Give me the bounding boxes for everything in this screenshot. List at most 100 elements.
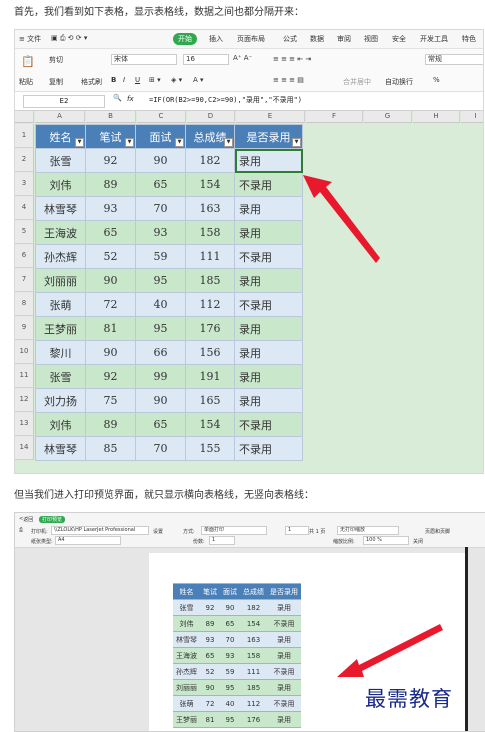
table-cell[interactable]: 张雪 [35,148,86,173]
back-button[interactable]: < 返回 [19,516,33,523]
table-cell[interactable]: 孙杰辉 [35,244,86,269]
tab-review[interactable]: 审阅 [337,34,351,44]
table-cell[interactable]: 95 [135,316,186,341]
table-cell[interactable]: 112 [185,292,235,317]
number-format-select[interactable]: 常规 [425,54,483,65]
row-header[interactable]: 8 [15,292,34,316]
table-cell[interactable]: 65 [135,172,186,197]
name-box[interactable]: E2 [23,95,105,108]
column-header[interactable]: B [86,111,136,123]
table-cell[interactable]: 录用 [234,388,303,413]
printer-icon[interactable]: ⎙ [19,527,23,533]
bold-icon[interactable]: B [111,76,116,84]
column-header[interactable]: C [137,111,186,123]
table-cell[interactable]: 录用 [234,268,303,293]
table-cell[interactable]: 93 [135,220,186,245]
table-cell[interactable]: 40 [135,292,186,317]
tab-formula[interactable]: 公式 [283,34,297,44]
row-header[interactable]: 13 [15,412,34,436]
table-cell[interactable]: 刘伟 [35,172,86,197]
table-cell[interactable]: 不录用 [234,436,303,461]
tab-special[interactable]: 特色 [462,34,476,44]
scaling-select[interactable]: 无打印缩放 [337,526,399,535]
underline-icon[interactable]: U [135,76,140,84]
filter-dropdown-icon[interactable]: ▼ [125,138,134,147]
row-header[interactable]: 12 [15,388,34,412]
table-cell[interactable]: 65 [85,220,136,245]
percent-button[interactable]: % [433,76,440,84]
table-cell[interactable]: 59 [135,244,186,269]
table-cell[interactable]: 90 [135,388,186,413]
header-cell[interactable]: 笔试 ▼ [85,124,136,149]
table-cell[interactable]: 185 [185,268,235,293]
corner-cell[interactable] [15,111,34,123]
table-cell[interactable]: 95 [135,268,186,293]
column-header[interactable]: A [35,111,85,123]
toolbar-quick-icons[interactable]: ▣ ⎙ ⟲ ⟳ ▾ [51,34,87,43]
scale-select[interactable]: 100 % [363,536,409,545]
table-cell[interactable]: 张雪 [35,364,86,389]
table-cell[interactable]: 92 [85,148,136,173]
table-cell[interactable]: 不录用 [234,244,303,269]
filter-dropdown-icon[interactable]: ▼ [224,138,233,147]
row-header[interactable]: 2 [15,148,34,172]
header-cell[interactable]: 总成绩 ▼ [185,124,235,149]
table-cell[interactable]: 154 [185,412,235,437]
table-cell[interactable]: 不录用 [234,172,303,197]
table-cell[interactable]: 99 [135,364,186,389]
table-cell[interactable]: 林雪琴 [35,196,86,221]
table-cell[interactable]: 王海波 [35,220,86,245]
paper-select[interactable]: A4 [55,536,121,545]
table-cell[interactable]: 刘力扬 [35,388,86,413]
paste-icon[interactable]: 📋 [21,55,35,68]
tab-page-layout[interactable]: 页面布局 [237,34,265,44]
tab-developer[interactable]: 开发工具 [420,34,448,44]
table-cell[interactable]: 张萌 [35,292,86,317]
table-cell[interactable]: 王梦丽 [35,316,86,341]
table-cell[interactable]: 93 [85,196,136,221]
row-header[interactable]: 11 [15,364,34,388]
column-header[interactable]: I [461,111,483,123]
direction-select[interactable]: 单面打印 [201,526,267,535]
row-header[interactable]: 10 [15,340,34,364]
header-cell[interactable]: 面试 ▼ [135,124,186,149]
table-cell[interactable]: 录用 [234,316,303,341]
format-painter-button[interactable]: 格式刷 [81,77,102,87]
table-cell[interactable]: 85 [85,436,136,461]
tab-insert[interactable]: 插入 [209,34,223,44]
font-color-icon[interactable]: A ▾ [193,76,204,84]
copy-button[interactable]: 复制 [49,77,63,87]
row-header[interactable]: 9 [15,316,34,340]
formula-input[interactable]: =IF(OR(B2>=90,C2>=90),"录用","不录用") [149,95,302,105]
table-cell[interactable]: 156 [185,340,235,365]
border-icon[interactable]: ⊞ ▾ [149,76,161,84]
table-cell[interactable]: 89 [85,412,136,437]
page-number-input[interactable]: 1 [285,526,309,535]
table-cell[interactable]: 182 [185,148,235,173]
wrap-button[interactable]: 自动换行 [385,77,413,87]
table-cell[interactable]: 录用 [234,220,303,245]
table-cell[interactable]: 52 [85,244,136,269]
align-top-icons[interactable]: ≡ ≡ ≡ ⇤ ⇥ [273,55,311,63]
row-header[interactable]: 4 [15,196,34,220]
table-cell[interactable]: 90 [135,148,186,173]
table-cell[interactable]: 录用 [234,196,303,221]
table-cell[interactable]: 录用 [234,364,303,389]
table-cell[interactable]: 刘丽丽 [35,268,86,293]
table-cell[interactable]: 89 [85,172,136,197]
row-header[interactable]: 5 [15,220,34,244]
paste-button[interactable]: 粘贴 [19,77,33,87]
table-cell[interactable]: 70 [135,436,186,461]
fx-label[interactable]: fx [127,95,134,103]
column-header[interactable]: G [364,111,412,123]
italic-icon[interactable]: I [123,76,125,84]
filter-dropdown-icon[interactable]: ▼ [175,138,184,147]
close-preview-button[interactable]: 关闭 [413,538,423,545]
printer-select[interactable]: \\ZLOLK\HP LaserJet Professional [51,526,149,535]
table-cell[interactable]: 65 [135,412,186,437]
table-cell[interactable]: 154 [185,172,235,197]
table-cell[interactable]: 录用 [234,340,303,365]
table-cell[interactable]: 158 [185,220,235,245]
column-header[interactable]: E [236,111,305,123]
table-cell[interactable]: 录用 [234,148,303,173]
